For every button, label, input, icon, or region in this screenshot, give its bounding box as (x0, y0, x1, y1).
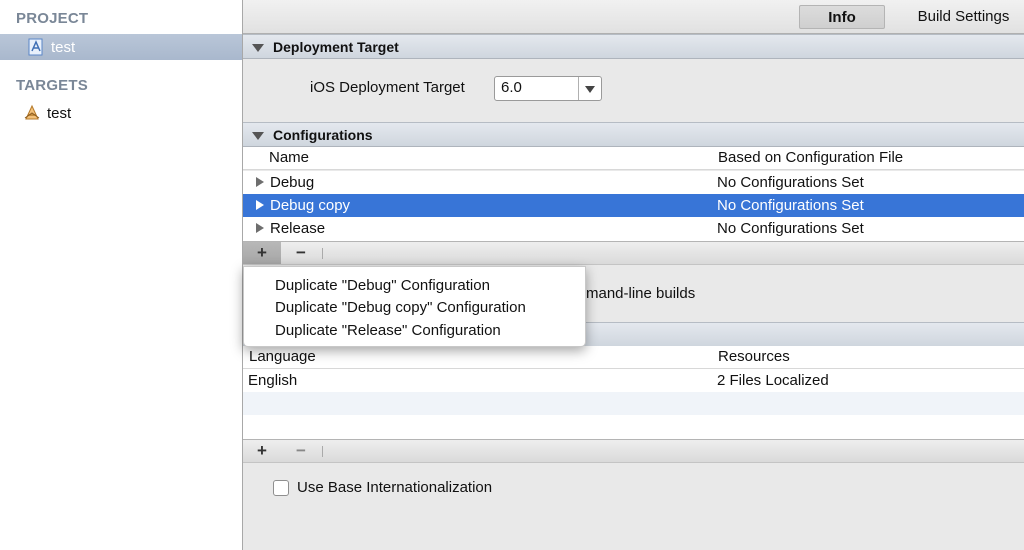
configurations-section-header[interactable]: Configurations (243, 122, 1024, 147)
table-row[interactable]: Debug copy No Configurations Set (243, 194, 1024, 217)
sidebar-item-target-test[interactable]: test (0, 100, 242, 126)
remove-localization-button[interactable]: − (282, 440, 320, 462)
deployment-target-section-header[interactable]: Deployment Target (243, 34, 1024, 59)
table-row-empty (243, 392, 1024, 415)
sidebar-item-project-test[interactable]: test (0, 34, 242, 60)
config-name: Release (270, 220, 326, 237)
column-header-name[interactable]: Name (269, 147, 309, 169)
base-internationalization-label: Use Base Internationalization (297, 479, 493, 496)
disclosure-triangle-icon[interactable] (256, 223, 264, 233)
combobox-divider (578, 77, 579, 100)
configurations-table-header: Name Based on Configuration File (243, 147, 1024, 170)
editor-tab-bar: Info Build Settings (243, 0, 1024, 34)
targets-section-header: TARGETS (16, 77, 88, 94)
section-title: Deployment Target (273, 39, 399, 55)
toolbar-divider (322, 248, 323, 259)
config-file: No Configurations Set (717, 174, 864, 191)
language-resources: 2 Files Localized (717, 372, 829, 389)
localizations-add-remove-bar: + − (243, 439, 1024, 463)
column-header-config-file[interactable]: Based on Configuration File (718, 147, 903, 169)
ios-deployment-target-combobox[interactable]: 6.0 (494, 76, 602, 101)
section-title: Configurations (273, 127, 373, 143)
remove-configuration-button[interactable]: − (282, 242, 320, 264)
tab-build-settings[interactable]: Build Settings (903, 5, 1024, 29)
language-name: English (248, 372, 298, 389)
toolbar-divider (322, 446, 323, 457)
config-file: No Configurations Set (717, 197, 864, 214)
localizations-table-header: Language Resources (243, 346, 1024, 369)
configurations-add-remove-bar: + − (243, 241, 1024, 265)
project-section-header: PROJECT (16, 10, 89, 27)
disclosure-triangle-icon[interactable] (256, 177, 264, 187)
add-localization-button[interactable]: + (243, 440, 281, 462)
sidebar-item-label: test (47, 104, 72, 122)
chevron-down-icon[interactable] (585, 86, 595, 93)
disclosure-triangle-icon[interactable] (252, 44, 264, 52)
sidebar-item-label: test (51, 38, 76, 56)
menu-item-duplicate-debug[interactable]: Duplicate "Debug" Configuration (275, 275, 490, 297)
command-line-builds-label: mand-line builds (586, 285, 696, 302)
column-header-language[interactable]: Language (249, 346, 316, 368)
table-row[interactable]: Release No Configurations Set (243, 217, 1024, 240)
column-header-resources[interactable]: Resources (718, 346, 790, 368)
base-internationalization-checkbox[interactable] (273, 480, 289, 496)
sidebar: PROJECT test TARGETS test (0, 0, 243, 550)
menu-item-duplicate-release[interactable]: Duplicate "Release" Configuration (275, 320, 501, 342)
disclosure-triangle-icon[interactable] (252, 132, 264, 140)
table-row[interactable]: Debug No Configurations Set (243, 171, 1024, 194)
table-row[interactable]: English 2 Files Localized (243, 369, 1024, 392)
tab-info[interactable]: Info (799, 5, 885, 29)
ios-deployment-target-label: iOS Deployment Target (310, 79, 465, 96)
combobox-value[interactable]: 6.0 (501, 79, 522, 96)
add-configuration-menu: Duplicate "Debug" Configuration Duplicat… (243, 266, 586, 347)
disclosure-triangle-icon[interactable] (256, 200, 264, 210)
app-target-icon (23, 104, 41, 122)
config-name: Debug copy (270, 197, 351, 214)
config-name: Debug (270, 174, 315, 191)
menu-item-duplicate-debug-copy[interactable]: Duplicate "Debug copy" Configuration (275, 297, 526, 319)
add-configuration-button[interactable]: + (243, 242, 281, 264)
project-file-icon (27, 38, 45, 56)
config-file: No Configurations Set (717, 220, 864, 237)
